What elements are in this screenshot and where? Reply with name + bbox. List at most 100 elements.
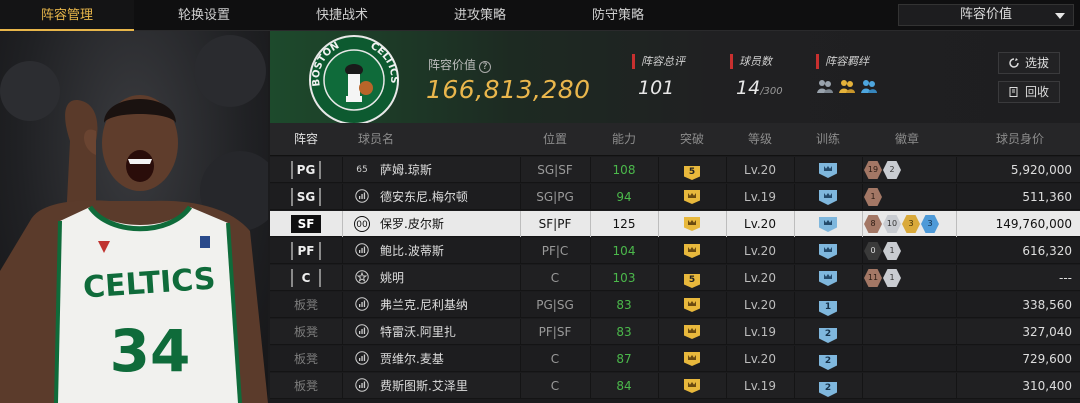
training-cell: 2 <box>794 373 862 399</box>
col-header-badges[interactable]: 徽章 <box>862 123 952 156</box>
training-level-shield[interactable]: 2 <box>819 382 837 397</box>
training-crown-shield-icon[interactable] <box>819 190 837 205</box>
lineup-value-label: 阵容价值? <box>428 56 492 73</box>
player-level: Lv.20 <box>744 244 776 258</box>
sort-dropdown-value: 阵容价值 <box>959 7 1012 22</box>
training-cell <box>794 238 862 264</box>
player-name[interactable]: 弗兰克.尼利基纳 <box>380 292 468 318</box>
player-position: C <box>550 352 560 366</box>
player-value: 5,920,000 <box>1010 163 1072 177</box>
table-row[interactable]: PG 65 萨姆.琼斯 SG|SF 108 5 Lv.20 19 2 5,920,000 <box>270 157 1080 183</box>
player-name-cell: 姚明 <box>342 265 520 291</box>
training-level-shield[interactable]: 1 <box>819 301 837 316</box>
sort-dropdown[interactable]: 阵容价值 <box>898 4 1074 26</box>
badge-silver[interactable]: 10 <box>883 215 901 233</box>
training-crown-shield-icon[interactable] <box>819 271 837 286</box>
col-header-player-value[interactable]: 球员身价 <box>960 123 1080 156</box>
player-name-cell: 贾维尔.麦基 <box>342 346 520 372</box>
table-row[interactable]: SG 德安东尼.梅尔顿 SG|PG 94 Lv.19 1 511,360 <box>270 184 1080 210</box>
col-header-slot[interactable]: 阵容 <box>270 123 342 156</box>
badge-bronze[interactable]: 8 <box>864 215 882 233</box>
badge-list: 01 <box>864 242 901 260</box>
tab-quick-tactics[interactable]: 快捷战术 <box>274 0 410 31</box>
badge-bronze[interactable]: 19 <box>864 161 882 179</box>
player-name[interactable]: 保罗.皮尔斯 <box>380 211 444 237</box>
training-level-shield[interactable]: 2 <box>819 328 837 343</box>
recycle-button-label: 回收 <box>1024 85 1049 99</box>
breakthrough-cell <box>658 373 726 399</box>
help-icon[interactable]: ? <box>479 61 492 73</box>
training-crown-shield-icon[interactable] <box>819 217 837 232</box>
column-divider <box>956 373 957 399</box>
player-count-stat: 球员数 14/300 <box>730 54 783 99</box>
player-name[interactable]: 特雷沃.阿里扎 <box>380 319 456 345</box>
badge-silver[interactable]: 2 <box>883 161 901 179</box>
bond-group-gold-icon[interactable] <box>838 77 856 95</box>
col-header-ability[interactable]: 能力 <box>590 123 658 156</box>
player-position: SG|SF <box>537 163 573 177</box>
player-name[interactable]: 鲍比.波蒂斯 <box>380 238 444 264</box>
col-header-position[interactable]: 位置 <box>520 123 590 156</box>
select-button[interactable]: 选拔 <box>998 52 1060 74</box>
lineup-slot: 板凳 <box>293 325 318 339</box>
badge-list: 19 2 <box>864 161 901 179</box>
player-ability: 94 <box>616 190 632 204</box>
col-header-level[interactable]: 等级 <box>726 123 794 156</box>
table-row[interactable]: SF 00 保罗.皮尔斯 SF|PF 125 Lv.20 8 10 3 3 149,760,000 <box>270 211 1080 237</box>
player-position: PG|SG <box>536 298 574 312</box>
player-ability: 83 <box>616 325 632 339</box>
badge-dark[interactable]: 0 <box>864 242 882 260</box>
table-row[interactable]: C 姚明 C 103 5 Lv.20 11 1 --- <box>270 265 1080 291</box>
player-ability: 83 <box>616 298 632 312</box>
player-level: Lv.19 <box>744 325 776 339</box>
breakthrough-level-badge: 5 <box>684 274 700 288</box>
table-row[interactable]: 板凳 贾维尔.麦基 C 87 Lv.20 2 729,600 <box>270 346 1080 372</box>
training-crown-shield-icon[interactable] <box>819 163 837 178</box>
training-crown-shield-icon[interactable] <box>819 244 837 259</box>
tab-defense-strategy[interactable]: 防守策略 <box>550 0 686 31</box>
badge-bronze[interactable]: 11 <box>864 269 882 287</box>
training-level-shield[interactable]: 2 <box>819 355 837 370</box>
player-name[interactable]: 贾维尔.麦基 <box>380 346 444 372</box>
table-row[interactable]: 板凳 弗兰克.尼利基纳 PG|SG 83 Lv.20 1 338,560 <box>270 292 1080 318</box>
player-illustration: CELTICS 34 <box>0 35 268 403</box>
breakthrough-crown-icon <box>684 244 700 258</box>
recycle-button[interactable]: 回收 <box>998 81 1060 103</box>
document-icon <box>1009 87 1018 97</box>
table-row[interactable]: 板凳 费斯图斯.艾泽里 C 84 Lv.19 2 310,400 <box>270 373 1080 399</box>
player-name[interactable]: 费斯图斯.艾泽里 <box>380 373 468 399</box>
tab-offense-strategy[interactable]: 进攻策略 <box>410 0 550 31</box>
player-name-cell: 费斯图斯.艾泽里 <box>342 373 520 399</box>
col-header-breakthrough[interactable]: 突破 <box>658 123 726 156</box>
bond-group-blue-icon[interactable] <box>860 77 878 95</box>
player-count-value: 14 <box>736 77 761 99</box>
tab-rotation-settings[interactable]: 轮换设置 <box>134 0 274 31</box>
player-position: C <box>550 271 560 285</box>
bond-group-gray-icon[interactable] <box>816 77 834 95</box>
column-divider <box>956 265 957 291</box>
breakthrough-crown-icon <box>684 298 700 312</box>
lineup-slot-cell: 板凳 <box>270 292 342 318</box>
player-name[interactable]: 姚明 <box>380 265 404 291</box>
card-rank-icon <box>354 351 370 367</box>
player-name[interactable]: 德安东尼.梅尔顿 <box>380 184 468 210</box>
player-position: SG|PG <box>536 190 574 204</box>
tab-lineup-management[interactable]: 阵容管理 <box>0 0 134 31</box>
breakthrough-cell <box>658 346 726 372</box>
column-divider <box>862 265 863 291</box>
table-row[interactable]: 板凳 特雷沃.阿里扎 PF|SF 83 Lv.19 2 327,040 <box>270 319 1080 345</box>
col-header-name[interactable]: 球员名 <box>342 123 410 156</box>
column-divider <box>862 292 863 318</box>
badge-gold[interactable]: 3 <box>902 215 920 233</box>
badge-blue[interactable]: 3 <box>921 215 939 233</box>
table-row[interactable]: PF 鲍比.波蒂斯 PF|C 104 Lv.20 0 1 616,320 <box>270 238 1080 264</box>
col-header-training[interactable]: 训练 <box>794 123 862 156</box>
badge-silver[interactable]: 1 <box>883 242 901 260</box>
badge-silver[interactable]: 1 <box>883 269 901 287</box>
badge-bronze[interactable]: 1 <box>864 188 882 206</box>
column-divider <box>956 157 957 183</box>
player-name[interactable]: 萨姆.琼斯 <box>380 157 432 183</box>
player-name-cell: 特雷沃.阿里扎 <box>342 319 520 345</box>
training-cell <box>794 157 862 183</box>
overall-rating-label: 阵容总评 <box>632 54 685 69</box>
